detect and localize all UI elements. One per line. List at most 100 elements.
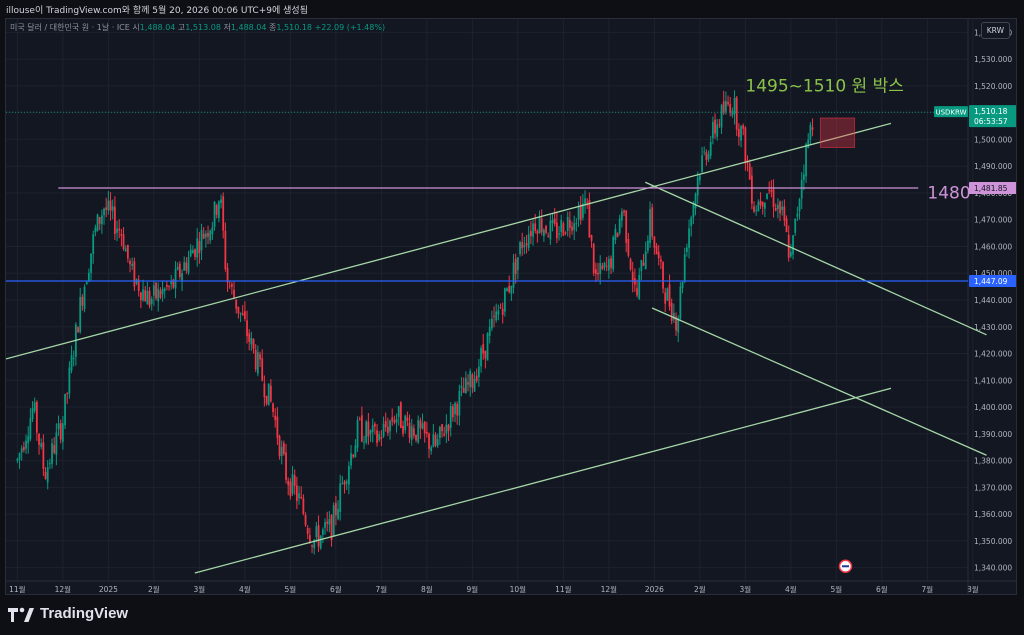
chart-canvas[interactable]: 11월 12월 2025 2월 3월 4월 5월 6월 7월 8월 9월 10월 11월 12월 2026 2… — [6, 19, 1017, 595]
candle-body — [109, 200, 112, 211]
candle-body — [800, 179, 803, 199]
candle-body — [397, 406, 400, 417]
price-chart[interactable]: 11월 12월 2025 2월 3월 4월 5월 6월 7월 8월 9월 10월 11월 12월 2026 2… — [5, 18, 1017, 595]
candle-body — [707, 154, 710, 160]
candle-body — [597, 272, 599, 275]
candle-body — [83, 286, 86, 310]
candle-body — [81, 296, 84, 306]
candle-body — [464, 378, 467, 394]
candle-body — [432, 434, 435, 448]
trend-line — [194, 387, 892, 574]
last-price-value: 1,510.18 — [974, 107, 1008, 116]
candle-body — [384, 421, 387, 428]
candle-body — [20, 448, 23, 453]
candle-body — [111, 206, 114, 211]
x-tick-label: 3월 — [194, 584, 206, 594]
candle-body — [196, 238, 199, 258]
candle-body — [22, 447, 25, 451]
change-value: +22.09 (+1.48%) — [314, 23, 386, 32]
currency-button[interactable]: KRW — [980, 22, 1010, 39]
candle-body — [640, 259, 643, 272]
candle-body — [802, 174, 805, 181]
candle-body — [295, 485, 298, 502]
candle-body — [252, 339, 255, 349]
candle-body — [27, 436, 30, 444]
candle-body — [378, 434, 381, 441]
candle-body — [536, 231, 539, 234]
candle-body — [625, 210, 628, 243]
candle-body — [538, 216, 541, 234]
candle-body — [269, 385, 272, 402]
candle-body — [116, 228, 118, 233]
candle-body — [395, 418, 398, 423]
candle-body — [601, 265, 604, 270]
candle-body — [298, 493, 300, 499]
candle-body — [694, 194, 697, 209]
candle-body — [616, 232, 619, 237]
candle-body — [48, 463, 51, 465]
y-tick-label: 1,410.000 — [974, 376, 1012, 385]
candle-body — [484, 350, 487, 359]
candle-body — [343, 481, 346, 485]
candle-body — [523, 245, 526, 248]
candle-body — [256, 352, 259, 374]
candle-body — [406, 417, 409, 421]
candle-body — [577, 206, 580, 220]
candle-body — [68, 367, 71, 394]
candle-body — [618, 218, 621, 234]
candle-body — [772, 189, 775, 208]
candle-body — [451, 406, 454, 418]
candle-body — [408, 422, 411, 438]
candle-body — [445, 424, 448, 434]
candle-body — [753, 206, 755, 212]
candle-body — [373, 423, 376, 427]
y-tick-label: 1,360.000 — [974, 510, 1012, 519]
candle-body — [51, 443, 53, 464]
candle-body — [248, 333, 251, 342]
candle-body — [480, 348, 482, 367]
y-tick-label: 1,380.000 — [974, 457, 1012, 466]
annotation-box-label: 1495~1510 원 박스 — [745, 76, 904, 96]
candle-body — [282, 443, 285, 454]
candle-body — [683, 254, 686, 281]
candle-body — [185, 262, 188, 271]
candle-body — [157, 288, 160, 302]
candle-body — [77, 327, 79, 333]
candle-body — [243, 311, 246, 319]
candle-body — [436, 439, 439, 446]
trend-line — [6, 122, 892, 360]
candle-body — [233, 289, 235, 299]
candle-body — [235, 299, 238, 309]
candle-body — [467, 382, 469, 385]
candle-body — [460, 385, 463, 389]
candle-body — [742, 125, 745, 129]
candle-body — [781, 206, 784, 211]
y-tick-label: 1,460.000 — [974, 242, 1012, 251]
candle-body — [183, 262, 186, 271]
x-tick-label: 12월 — [601, 584, 618, 594]
candle-body — [224, 230, 227, 269]
candle-body — [263, 383, 266, 398]
candle-body — [360, 415, 363, 442]
candle-body — [209, 230, 212, 241]
candle-body — [259, 354, 261, 360]
candle-body — [506, 288, 508, 292]
y-tick-label: 1,440.000 — [974, 296, 1012, 305]
candle-body — [709, 141, 712, 156]
candle-body — [204, 233, 207, 238]
candle-body — [614, 228, 617, 241]
candle-body — [462, 387, 465, 393]
candle-body — [729, 103, 732, 113]
candle-body — [59, 423, 62, 440]
candle-body — [165, 284, 168, 287]
candle-body — [454, 402, 456, 415]
candle-body — [189, 249, 192, 257]
candle-body — [159, 290, 162, 298]
candle-body — [651, 207, 654, 237]
candle-body — [142, 289, 144, 301]
candle-body — [345, 481, 348, 484]
candle-body — [85, 282, 88, 285]
y-tick-label: 1,530.000 — [974, 55, 1012, 64]
candle-body — [473, 378, 476, 392]
candle-body — [553, 218, 556, 224]
